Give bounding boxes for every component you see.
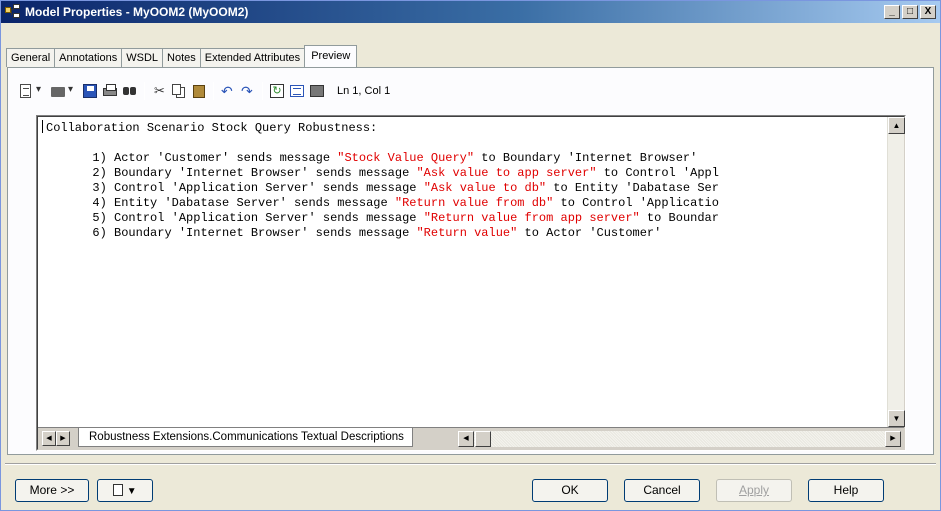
title-bar[interactable]: Model Properties - MyOOM2 (MyOOM2) _ □ X — [1, 1, 940, 23]
message-line: 6) Boundary 'Internet Browser' sends mes… — [92, 226, 662, 240]
cursor-position: Ln 1, Col 1 — [337, 85, 391, 97]
scroll-thumb[interactable] — [475, 431, 491, 447]
sheet-bar: ◀ ▶ Robustness Extensions.Communications… — [38, 427, 904, 449]
undo-icon[interactable]: ↶ — [220, 83, 236, 99]
chevron-down-icon: ▼ — [126, 486, 137, 497]
help-button[interactable]: Help — [808, 479, 884, 502]
window-title: Model Properties - MyOOM2 (MyOOM2) — [25, 5, 249, 19]
tab-general[interactable]: General — [6, 48, 56, 67]
message-name: "Return value" — [416, 226, 518, 240]
message-name: "Return value from app server" — [423, 211, 640, 225]
scroll-right-icon[interactable]: ▶ — [885, 431, 901, 447]
preview-toolbar: ✂ ↶ ↷ ↻ Ln 1, Col 1 — [18, 80, 390, 102]
scenario-heading: Collaboration Scenario Stock Query Robus… — [46, 121, 378, 135]
open-dropdown-icon[interactable] — [50, 83, 73, 99]
message-name: "Ask value to db" — [423, 181, 547, 195]
tab-preview[interactable]: Preview — [304, 45, 358, 67]
ok-button[interactable]: OK — [532, 479, 608, 502]
vertical-scrollbar[interactable]: ▲ ▼ — [887, 117, 905, 427]
more-button[interactable]: More >> — [15, 479, 89, 502]
scroll-up-icon[interactable]: ▲ — [888, 117, 905, 134]
model-properties-window: Model Properties - MyOOM2 (MyOOM2) _ □ X… — [0, 0, 941, 511]
close-button[interactable]: X — [920, 5, 936, 19]
toolbar-separator — [213, 82, 214, 100]
find-icon[interactable] — [122, 83, 138, 99]
message-name: "Return value from db" — [394, 196, 554, 210]
message-line: 2) Boundary 'Internet Browser' sends mes… — [92, 166, 719, 180]
minimize-button[interactable]: _ — [884, 5, 900, 19]
cancel-button[interactable]: Cancel — [624, 479, 700, 502]
toolbar-separator — [262, 82, 263, 100]
model-icon — [5, 4, 21, 20]
message-name: "Ask value to app server" — [416, 166, 597, 180]
templates-icon — [113, 484, 124, 496]
tab-wsdl[interactable]: WSDL — [121, 48, 164, 67]
code-text[interactable]: Collaboration Scenario Stock Query Robus… — [38, 117, 888, 427]
print-icon[interactable] — [102, 83, 118, 99]
apply-button[interactable]: Apply — [716, 479, 792, 502]
tab-notes[interactable]: Notes — [162, 48, 201, 67]
text-caret — [42, 120, 43, 133]
scroll-down-icon[interactable]: ▼ — [888, 410, 905, 427]
toolbar-separator — [144, 82, 145, 100]
sheet-prev-icon[interactable]: ◀ — [42, 431, 56, 446]
preview-editor[interactable]: Collaboration Scenario Stock Query Robus… — [36, 115, 906, 451]
templates-menu-button[interactable]: ▼ — [97, 479, 153, 502]
message-line: 3) Control 'Application Server' sends me… — [92, 181, 719, 195]
dialog-separator — [5, 463, 936, 465]
copy-icon[interactable] — [171, 83, 187, 99]
properties-icon[interactable] — [309, 83, 325, 99]
message-line: 4) Entity 'Dabatase Server' sends messag… — [92, 196, 719, 210]
save-icon[interactable] — [82, 83, 98, 99]
tab-strip: General Annotations WSDL Notes Extended … — [6, 45, 358, 67]
message-line: 1) Actor 'Customer' sends message "Stock… — [92, 151, 698, 165]
templates-dropdown-icon[interactable] — [18, 83, 41, 99]
cut-icon[interactable]: ✂ — [151, 83, 167, 99]
paste-icon[interactable] — [191, 83, 207, 99]
refresh-icon[interactable]: ↻ — [269, 83, 285, 99]
redo-icon[interactable]: ↷ — [240, 83, 256, 99]
message-line: 5) Control 'Application Server' sends me… — [92, 211, 719, 225]
sheet-tab[interactable]: Robustness Extensions.Communications Tex… — [78, 428, 413, 447]
scroll-left-icon[interactable]: ◀ — [458, 431, 474, 447]
message-name: "Stock Value Query" — [337, 151, 475, 165]
horizontal-scrollbar[interactable]: ◀ ▶ — [458, 431, 901, 447]
maximize-button[interactable]: □ — [902, 5, 918, 19]
sheet-next-icon[interactable]: ▶ — [56, 431, 70, 446]
tab-annotations[interactable]: Annotations — [54, 48, 123, 67]
tab-extended-attributes[interactable]: Extended Attributes — [199, 48, 306, 67]
preview-panel: ✂ ↶ ↷ ↻ Ln 1, Col 1 Collaboration Scenar… — [7, 67, 934, 455]
show-list-icon[interactable] — [289, 83, 305, 99]
